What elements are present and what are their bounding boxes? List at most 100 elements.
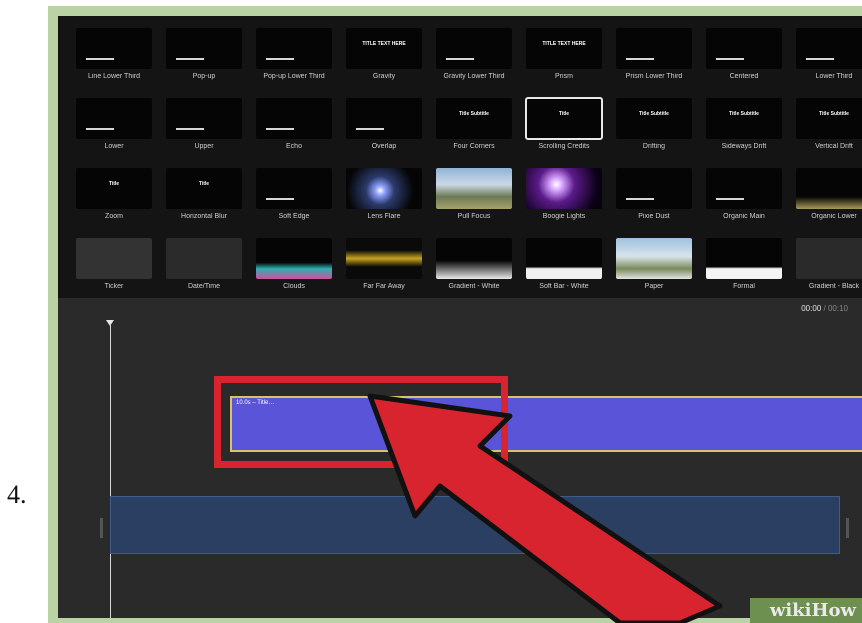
title-style-thumbnail: [346, 238, 422, 279]
timecode: 00:00 / 00:10: [801, 304, 848, 313]
title-style-tile[interactable]: Ticker: [74, 238, 154, 295]
title-style-tile[interactable]: Lower: [74, 98, 154, 155]
title-style-tile[interactable]: Gradient - White: [434, 238, 514, 295]
title-style-thumbnail: TITLE TEXT HERE: [526, 28, 602, 69]
title-style-thumbnail: Title Subtitle: [706, 98, 782, 139]
thumbnail-bar: [266, 58, 294, 60]
title-style-thumbnail: Title: [76, 168, 152, 209]
title-style-thumbnail: TITLE TEXT HERE: [346, 28, 422, 69]
title-style-tile[interactable]: Pop-up Lower Third: [254, 28, 334, 85]
title-style-thumbnail: [256, 168, 332, 209]
thumbnail-bar: [716, 58, 744, 60]
title-style-thumbnail: [76, 238, 152, 279]
title-style-label: Echo: [286, 143, 302, 150]
title-style-tile[interactable]: Soft Bar - White: [524, 238, 604, 295]
title-style-tile[interactable]: Organic Main: [704, 168, 784, 225]
title-style-tile[interactable]: TITLE TEXT HERE Prism: [524, 28, 604, 85]
thumbnail-text: Title Subtitle: [639, 111, 669, 118]
thumbnail-bar: [86, 58, 114, 60]
right-edge-handle[interactable]: [846, 518, 849, 538]
thumbnail-bar: [716, 198, 744, 200]
title-style-thumbnail: [256, 28, 332, 69]
thumbnail-text: Title: [558, 111, 570, 118]
thumbnail-bar: [446, 58, 474, 60]
title-style-tile[interactable]: Overlap: [344, 98, 424, 155]
title-style-tile[interactable]: TITLE TEXT HERE Gravity: [344, 28, 424, 85]
title-style-thumbnail: [166, 98, 242, 139]
title-style-tile[interactable]: Far Far Away: [344, 238, 424, 295]
title-style-thumbnail: [706, 168, 782, 209]
title-style-label: Date/Time: [187, 283, 221, 290]
title-style-tile[interactable]: Clouds: [254, 238, 334, 295]
title-style-tile[interactable]: Lower Third: [794, 28, 862, 85]
thumbnail-bar: [266, 198, 294, 200]
titles-grid: Line Lower Third Pop-up Pop-up Lower Third…: [74, 28, 862, 295]
title-style-tile[interactable]: Pull Focus: [434, 168, 514, 225]
pointer-arrow-icon: [367, 393, 723, 623]
title-style-tile[interactable]: Title Subtitle Sideways Drift: [704, 98, 784, 155]
playhead[interactable]: [110, 324, 111, 618]
title-style-tile[interactable]: Upper: [164, 98, 244, 155]
title-style-tile[interactable]: Paper: [614, 238, 694, 295]
title-style-tile[interactable]: Title Zoom: [74, 168, 154, 225]
title-style-tile[interactable]: Gravity Lower Third: [434, 28, 514, 85]
title-style-label: Four Corners: [453, 143, 495, 150]
title-style-tile[interactable]: Line Lower Third: [74, 28, 154, 85]
timecode-total: 00:10: [827, 304, 848, 313]
title-style-label: Pixie Dust: [638, 213, 670, 220]
title-style-tile[interactable]: Title Subtitle Drifting: [614, 98, 694, 155]
titles-browser: Line Lower Third Pop-up Pop-up Lower Third…: [58, 16, 862, 298]
wikihow-watermark: wikiHow: [749, 598, 862, 623]
title-style-tile[interactable]: Formal: [704, 238, 784, 295]
title-style-tile[interactable]: Centered: [704, 28, 784, 85]
thumbnail-text: Title Subtitle: [459, 111, 489, 118]
title-style-label: Gravity Lower Third: [443, 73, 505, 80]
title-style-thumbnail: [436, 238, 512, 279]
title-style-tile[interactable]: Pixie Dust: [614, 168, 694, 225]
title-style-tile[interactable]: Title Subtitle Vertical Drift: [794, 98, 862, 155]
title-style-thumbnail: Title Subtitle: [616, 98, 692, 139]
title-style-thumbnail: Title Subtitle: [436, 98, 512, 139]
title-style-tile[interactable]: Boogie Lights: [524, 168, 604, 225]
title-style-tile[interactable]: Prism Lower Third: [614, 28, 694, 85]
title-style-label: Centered: [729, 73, 759, 80]
title-style-label: Pop-up: [192, 73, 216, 80]
title-style-label: Soft Bar - White: [539, 283, 589, 290]
title-style-tile[interactable]: Title Subtitle Four Corners: [434, 98, 514, 155]
thumbnail-bar: [626, 58, 654, 60]
thumbnail-bar: [86, 128, 114, 130]
title-style-label: Organic Lower: [811, 213, 857, 220]
title-style-thumbnail: [436, 168, 512, 209]
title-style-thumbnail: [346, 98, 422, 139]
title-style-thumbnail: [166, 238, 242, 279]
title-style-tile[interactable]: Date/Time: [164, 238, 244, 295]
title-style-label: Upper: [194, 143, 214, 150]
thumbnail-bar: [176, 58, 204, 60]
title-style-thumbnail: [346, 168, 422, 209]
title-style-label: Gradient - White: [448, 283, 500, 290]
left-edge-handle[interactable]: [100, 518, 103, 538]
title-style-label: Pull Focus: [457, 213, 491, 220]
title-style-tile[interactable]: Title Horizontal Blur: [164, 168, 244, 225]
thumbnail-text: Title Subtitle: [819, 111, 849, 118]
title-style-label: Soft Edge: [278, 213, 310, 220]
title-style-thumbnail: [616, 28, 692, 69]
title-style-thumbnail: [796, 168, 862, 209]
title-style-label: Lens Flare: [367, 213, 401, 220]
title-style-tile[interactable]: Pop-up: [164, 28, 244, 85]
title-style-thumbnail: [436, 28, 512, 69]
title-style-label: Drifting: [642, 143, 666, 150]
title-style-tile[interactable]: Title Scrolling Credits: [524, 97, 604, 155]
thumbnail-bar: [356, 128, 384, 130]
title-style-thumbnail: [706, 28, 782, 69]
title-style-tile[interactable]: Soft Edge: [254, 168, 334, 225]
title-style-tile[interactable]: Organic Lower: [794, 168, 862, 225]
title-style-label: Gravity: [372, 73, 396, 80]
title-style-thumbnail: Title: [525, 97, 603, 140]
title-style-tile[interactable]: Gradient - Black: [794, 238, 862, 295]
title-style-label: Paper: [644, 283, 664, 290]
title-style-tile[interactable]: Lens Flare: [344, 168, 424, 225]
title-style-label: Boogie Lights: [542, 213, 586, 220]
title-style-tile[interactable]: Echo: [254, 98, 334, 155]
timecode-separator: /: [823, 304, 826, 313]
